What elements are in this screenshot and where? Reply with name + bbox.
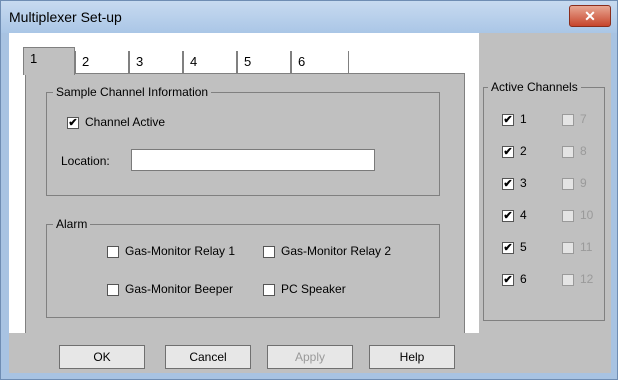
gas-monitor-relay-1-checkbox[interactable]	[107, 246, 119, 258]
channel-4-checkbox[interactable]: ✔	[502, 210, 514, 222]
alarm-group: Alarm Gas-Monitor Relay 1 Gas-Monitor Re…	[46, 217, 440, 318]
channel-10-label: 10	[580, 208, 594, 222]
tab-4[interactable]: 4	[183, 51, 237, 73]
channel-5-label: 5	[520, 240, 527, 254]
channel-3-checkbox[interactable]: ✔	[502, 178, 514, 190]
help-button[interactable]: Help	[369, 345, 455, 369]
tab-label: 2	[82, 54, 90, 69]
channel-1-checkbox[interactable]: ✔	[502, 114, 514, 126]
tab-label: 6	[298, 54, 306, 69]
gas-monitor-relay-1-label: Gas-Monitor Relay 1	[125, 244, 236, 258]
alarm-group-title: Alarm	[53, 217, 91, 231]
tab-label: 3	[136, 54, 144, 69]
dialog-client-area: 1 2 3 4 5 6 Sample Channel Information ✔…	[9, 33, 611, 373]
channel-7-checkbox[interactable]	[562, 114, 574, 126]
title-bar[interactable]: Multiplexer Set-up ✕	[1, 1, 617, 33]
sample-channel-group: Sample Channel Information ✔ Channel Act…	[46, 85, 440, 196]
location-input[interactable]	[131, 149, 375, 171]
button-bar: OK Cancel Apply Help	[9, 333, 479, 373]
channel-9-checkbox[interactable]	[562, 178, 574, 190]
channel-12-label: 12	[580, 272, 594, 286]
channel-3-label: 3	[520, 176, 527, 190]
pc-speaker-label: PC Speaker	[281, 282, 346, 296]
channel-1-label: 1	[520, 112, 527, 126]
cancel-button[interactable]: Cancel	[165, 345, 251, 369]
tab-3[interactable]: 3	[129, 51, 183, 73]
window-title: Multiplexer Set-up	[9, 9, 122, 25]
tab-2[interactable]: 2	[75, 51, 129, 73]
channel-8-checkbox[interactable]	[562, 146, 574, 158]
channel-6-label: 6	[520, 272, 527, 286]
apply-button[interactable]: Apply	[267, 345, 353, 369]
tab-6[interactable]: 6	[291, 51, 349, 73]
gas-monitor-relay-2-checkbox[interactable]	[263, 246, 275, 258]
channel-7-label: 7	[580, 112, 587, 126]
channel-11-checkbox[interactable]	[562, 242, 574, 254]
channel-11-label: 11	[580, 240, 593, 254]
gas-monitor-relay-2-label: Gas-Monitor Relay 2	[281, 244, 392, 258]
close-icon: ✕	[584, 8, 596, 24]
channel-12-checkbox[interactable]	[562, 274, 574, 286]
channel-8-label: 8	[580, 144, 587, 158]
channel-active-label: Channel Active	[85, 115, 166, 129]
channel-5-checkbox[interactable]: ✔	[502, 242, 514, 254]
tab-label: 4	[190, 54, 198, 69]
channel-2-label: 2	[520, 144, 527, 158]
tab-label: 5	[244, 54, 252, 69]
pc-speaker-checkbox[interactable]	[263, 284, 275, 296]
tab-strip-area: 1 2 3 4 5 6 Sample Channel Information ✔…	[9, 33, 479, 373]
active-channels-panel: Active Channels ✔ 1 7 ✔ 2 8 ✔ 3 9 ✔ 4 10…	[479, 33, 611, 373]
channel-4-label: 4	[520, 208, 527, 222]
tab-label: 1	[30, 51, 38, 66]
active-channels-group: Active Channels ✔ 1 7 ✔ 2 8 ✔ 3 9 ✔ 4 10…	[483, 80, 605, 321]
location-label: Location:	[61, 154, 110, 168]
channel-active-checkbox[interactable]: ✔	[67, 117, 79, 129]
channel-9-label: 9	[580, 176, 587, 190]
ok-button[interactable]: OK	[59, 345, 145, 369]
active-channels-group-title: Active Channels	[488, 80, 581, 94]
channel-2-checkbox[interactable]: ✔	[502, 146, 514, 158]
tab-5[interactable]: 5	[237, 51, 291, 73]
channel-6-checkbox[interactable]: ✔	[502, 274, 514, 286]
close-button[interactable]: ✕	[569, 5, 611, 27]
gas-monitor-beeper-label: Gas-Monitor Beeper	[125, 282, 234, 296]
sample-channel-group-title: Sample Channel Information	[53, 85, 212, 99]
channel-10-checkbox[interactable]	[562, 210, 574, 222]
tab-1[interactable]: 1	[23, 47, 75, 75]
tab-panel: Sample Channel Information ✔ Channel Act…	[25, 73, 465, 335]
gas-monitor-beeper-checkbox[interactable]	[107, 284, 119, 296]
multiplexer-setup-window: Multiplexer Set-up ✕ 1 2 3 4 5 6 Sample …	[0, 0, 618, 380]
